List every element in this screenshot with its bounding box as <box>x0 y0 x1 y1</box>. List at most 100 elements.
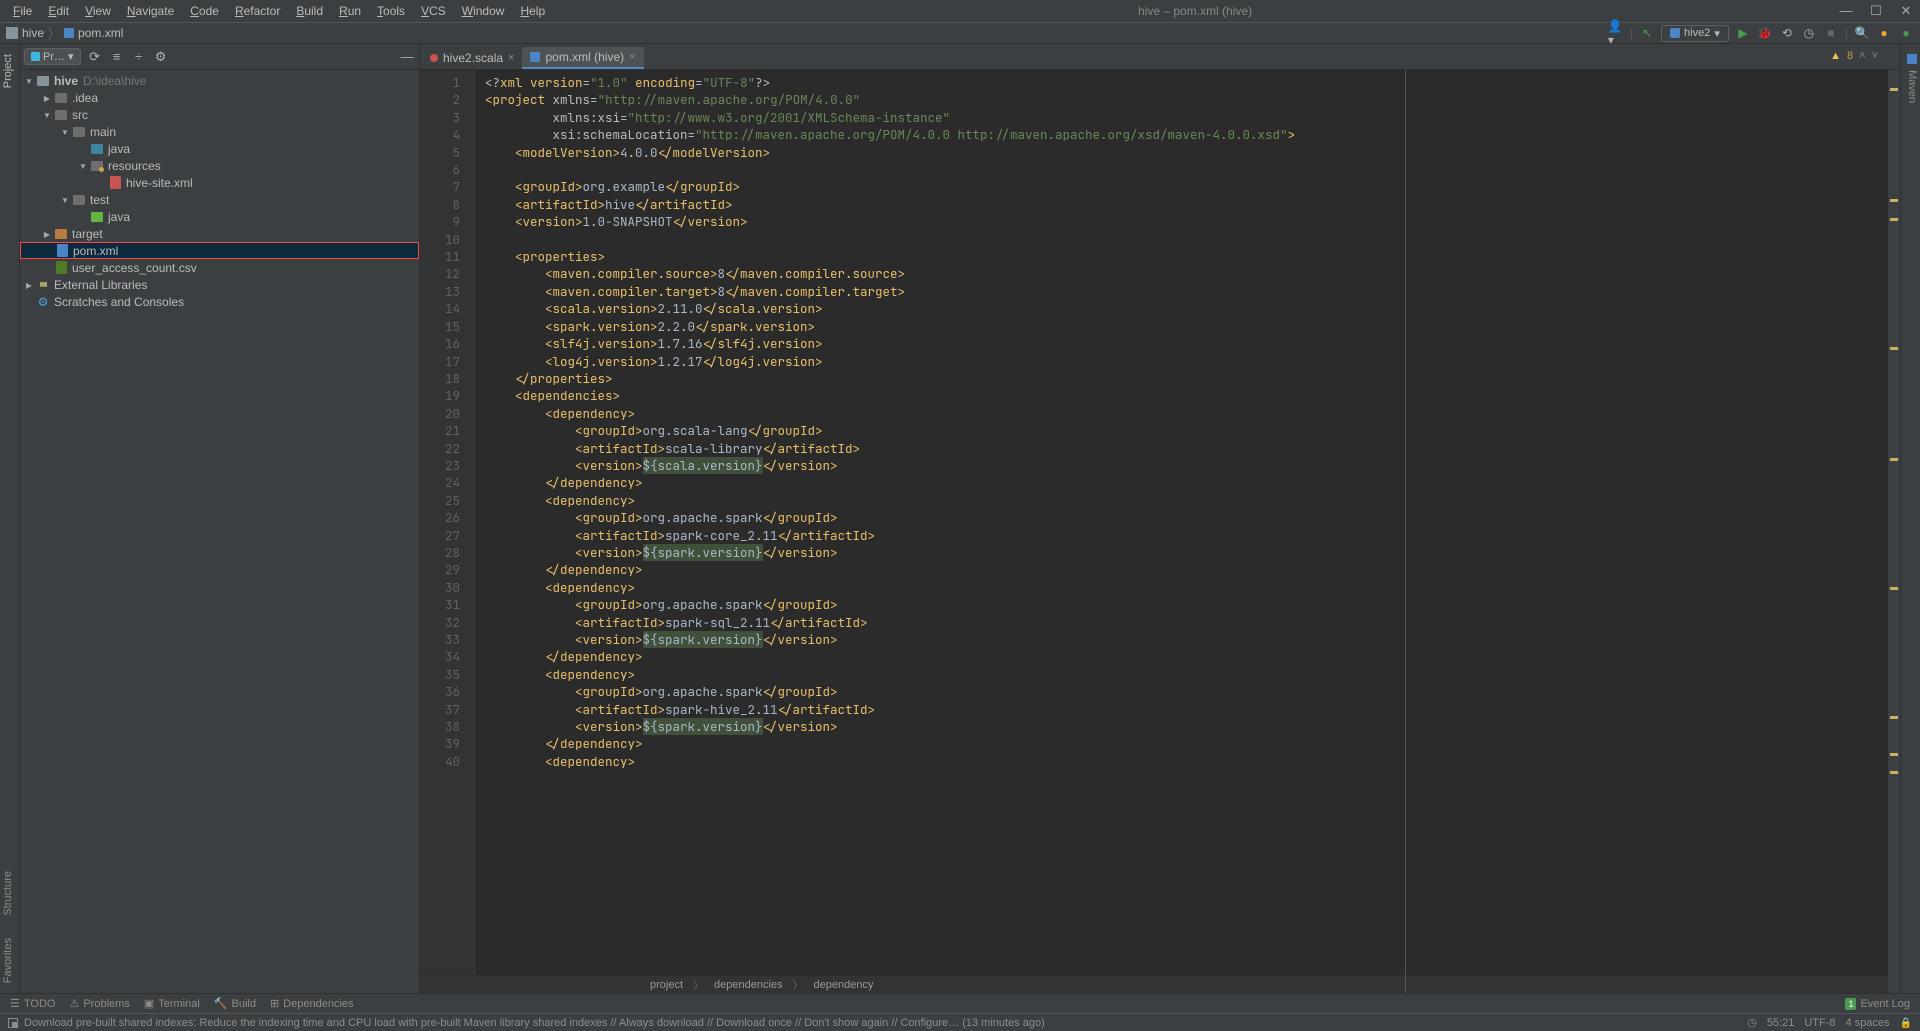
menu-window[interactable]: Window <box>455 2 512 20</box>
structure-tool-tab[interactable]: Structure <box>0 865 19 922</box>
tree-resources[interactable]: resources <box>108 159 161 173</box>
expand-icon[interactable]: ÷ <box>131 49 147 65</box>
tree-scratches[interactable]: Scratches and Consoles <box>54 295 184 309</box>
minimize-button[interactable]: — <box>1838 3 1854 19</box>
run-button[interactable]: ▶ <box>1735 25 1751 41</box>
library-icon <box>36 278 50 292</box>
problems-tab[interactable]: ⚠Problems <box>69 997 129 1010</box>
deps-icon: ⊞ <box>270 997 279 1010</box>
tree-root[interactable]: hive <box>54 74 78 88</box>
editor-splitter[interactable] <box>1405 70 1406 993</box>
maven-icon <box>1670 28 1680 38</box>
window-title: hive – pom.xml (hive) <box>552 4 1838 18</box>
tree-root-path: D:\idea\hive <box>83 74 146 88</box>
crumb-dep[interactable]: dependency <box>814 979 874 991</box>
close-button[interactable]: ✕ <box>1898 3 1914 19</box>
close-icon[interactable]: × <box>508 52 514 64</box>
tree-test-java[interactable]: java <box>108 210 130 224</box>
tree-test[interactable]: test <box>90 193 109 207</box>
editor-tabs: hive2.scala × pom.xml (hive) × <box>420 44 1900 70</box>
menu-build[interactable]: Build <box>289 2 330 20</box>
problems-icon: ⚠ <box>69 997 79 1010</box>
run-config-selector[interactable]: hive2 ▾ <box>1661 25 1729 42</box>
menu-navigate[interactable]: Navigate <box>120 2 181 20</box>
dependencies-tab[interactable]: ⊞Dependencies <box>270 997 354 1010</box>
todo-tab[interactable]: ☰TODO <box>10 997 55 1010</box>
terminal-tab[interactable]: ▣Terminal <box>144 997 200 1010</box>
build-tab[interactable]: 🔨Build <box>214 997 256 1010</box>
project-tool-tab[interactable]: Project <box>0 48 16 94</box>
sync-icon[interactable]: ⟳ <box>87 49 103 65</box>
editor-breadcrumbs: project 〉 dependencies 〉 dependency <box>420 975 1900 993</box>
add-user-icon[interactable]: 👤▾ <box>1608 25 1624 41</box>
sync-icon[interactable]: ● <box>1898 25 1914 41</box>
profile-button[interactable]: ◷ <box>1801 25 1817 41</box>
build-icon: 🔨 <box>214 997 228 1010</box>
hide-icon[interactable]: — <box>399 49 415 65</box>
chevron-right-icon: 〉 <box>48 25 60 42</box>
tree-libs[interactable]: External Libraries <box>54 278 147 292</box>
warning-icon <box>1830 50 1841 62</box>
tree-csv[interactable]: user_access_count.csv <box>72 261 197 275</box>
maven-icon <box>530 52 540 62</box>
menu-view[interactable]: View <box>78 2 118 20</box>
toolwindows-icon[interactable] <box>8 1018 18 1028</box>
code-editor[interactable]: <?xml version="1.0" encoding="UTF-8"?><p… <box>475 70 1900 975</box>
crumb-project[interactable]: hive <box>22 26 44 40</box>
tree-src[interactable]: src <box>72 108 88 122</box>
maximize-button[interactable]: ☐ <box>1868 3 1884 19</box>
menu-code[interactable]: Code <box>183 2 226 20</box>
tree-pom[interactable]: pom.xml <box>73 244 118 258</box>
debug-button[interactable]: 🐞 <box>1757 25 1773 41</box>
tree-target[interactable]: target <box>72 227 103 241</box>
search-icon[interactable]: 🔍 <box>1854 25 1870 41</box>
encoding[interactable]: UTF-8 <box>1804 1017 1835 1029</box>
back-icon[interactable]: ↖ <box>1639 25 1655 41</box>
ide-errors-icon[interactable]: ● <box>1876 25 1892 41</box>
next-highlight-icon[interactable]: ˅ <box>1872 50 1878 62</box>
menu-help[interactable]: Help <box>513 2 552 20</box>
tab-pom[interactable]: pom.xml (hive) × <box>522 47 643 69</box>
run-coverage-button[interactable]: ⟲ <box>1779 25 1795 41</box>
left-tool-rail: Project Structure Favorites <box>0 44 20 993</box>
caret-position[interactable]: 55:21 <box>1767 1017 1795 1029</box>
tree-main[interactable]: main <box>90 125 116 139</box>
menu-tools[interactable]: Tools <box>370 2 412 20</box>
menu-vcs[interactable]: VCS <box>414 2 453 20</box>
error-stripe[interactable] <box>1888 70 1900 993</box>
nav-breadcrumb: hive 〉 pom.xml <box>6 25 123 42</box>
tree-idea[interactable]: .idea <box>72 91 98 105</box>
tab-hive2[interactable]: hive2.scala × <box>422 47 522 69</box>
toolbar-right: 👤▾ | ↖ hive2 ▾ ▶ 🐞 ⟲ ◷ ■ | 🔍 ● ● <box>1608 25 1914 42</box>
stop-button[interactable]: ■ <box>1823 25 1839 41</box>
menu-refactor[interactable]: Refactor <box>228 2 287 20</box>
event-log-tab[interactable]: 1Event Log <box>1845 998 1910 1010</box>
background-tasks-icon[interactable]: ◷ <box>1747 1016 1757 1029</box>
settings-icon[interactable]: ⚙ <box>153 49 169 65</box>
gutter[interactable]: 1234567891011121314151617181920212223242… <box>420 70 475 975</box>
project-panel: Pr… ▾ ⟳ ≡ ÷ ⚙ — hive D:\idea\hive .idea s… <box>20 44 420 993</box>
right-tool-rail: Maven <box>1900 44 1920 993</box>
tree-java[interactable]: java <box>108 142 130 156</box>
prev-highlight-icon[interactable]: ˄ <box>1859 50 1865 62</box>
editor-body: 1234567891011121314151617181920212223242… <box>420 70 1900 975</box>
readonly-icon[interactable] <box>1900 1017 1912 1029</box>
maven-tool-tab[interactable]: Maven <box>1901 48 1920 109</box>
crumb-project[interactable]: project <box>650 979 683 991</box>
menu-edit[interactable]: Edit <box>41 2 76 20</box>
crumb-file[interactable]: pom.xml <box>78 26 123 40</box>
chevron-down-icon: ▾ <box>68 50 74 63</box>
close-icon[interactable]: × <box>629 51 635 63</box>
favorites-tool-tab[interactable]: Favorites <box>0 932 19 989</box>
inspection-widget[interactable]: 8 ˄ ˅ <box>1830 50 1878 62</box>
status-message[interactable]: Download pre-built shared indexes: Reduc… <box>24 1017 1045 1029</box>
crumb-deps[interactable]: dependencies <box>714 979 783 991</box>
project-tree[interactable]: hive D:\idea\hive .idea src main java res… <box>20 70 419 993</box>
menu-file[interactable]: File <box>6 2 39 20</box>
project-view-selector[interactable]: Pr… ▾ <box>24 48 81 65</box>
menu-run[interactable]: Run <box>332 2 368 20</box>
tree-hive-site[interactable]: hive-site.xml <box>126 176 193 190</box>
collapse-icon[interactable]: ≡ <box>109 49 125 65</box>
indent[interactable]: 4 spaces <box>1846 1017 1890 1029</box>
bottom-tool-tabs: ☰TODO ⚠Problems ▣Terminal 🔨Build ⊞Depend… <box>0 993 1920 1013</box>
